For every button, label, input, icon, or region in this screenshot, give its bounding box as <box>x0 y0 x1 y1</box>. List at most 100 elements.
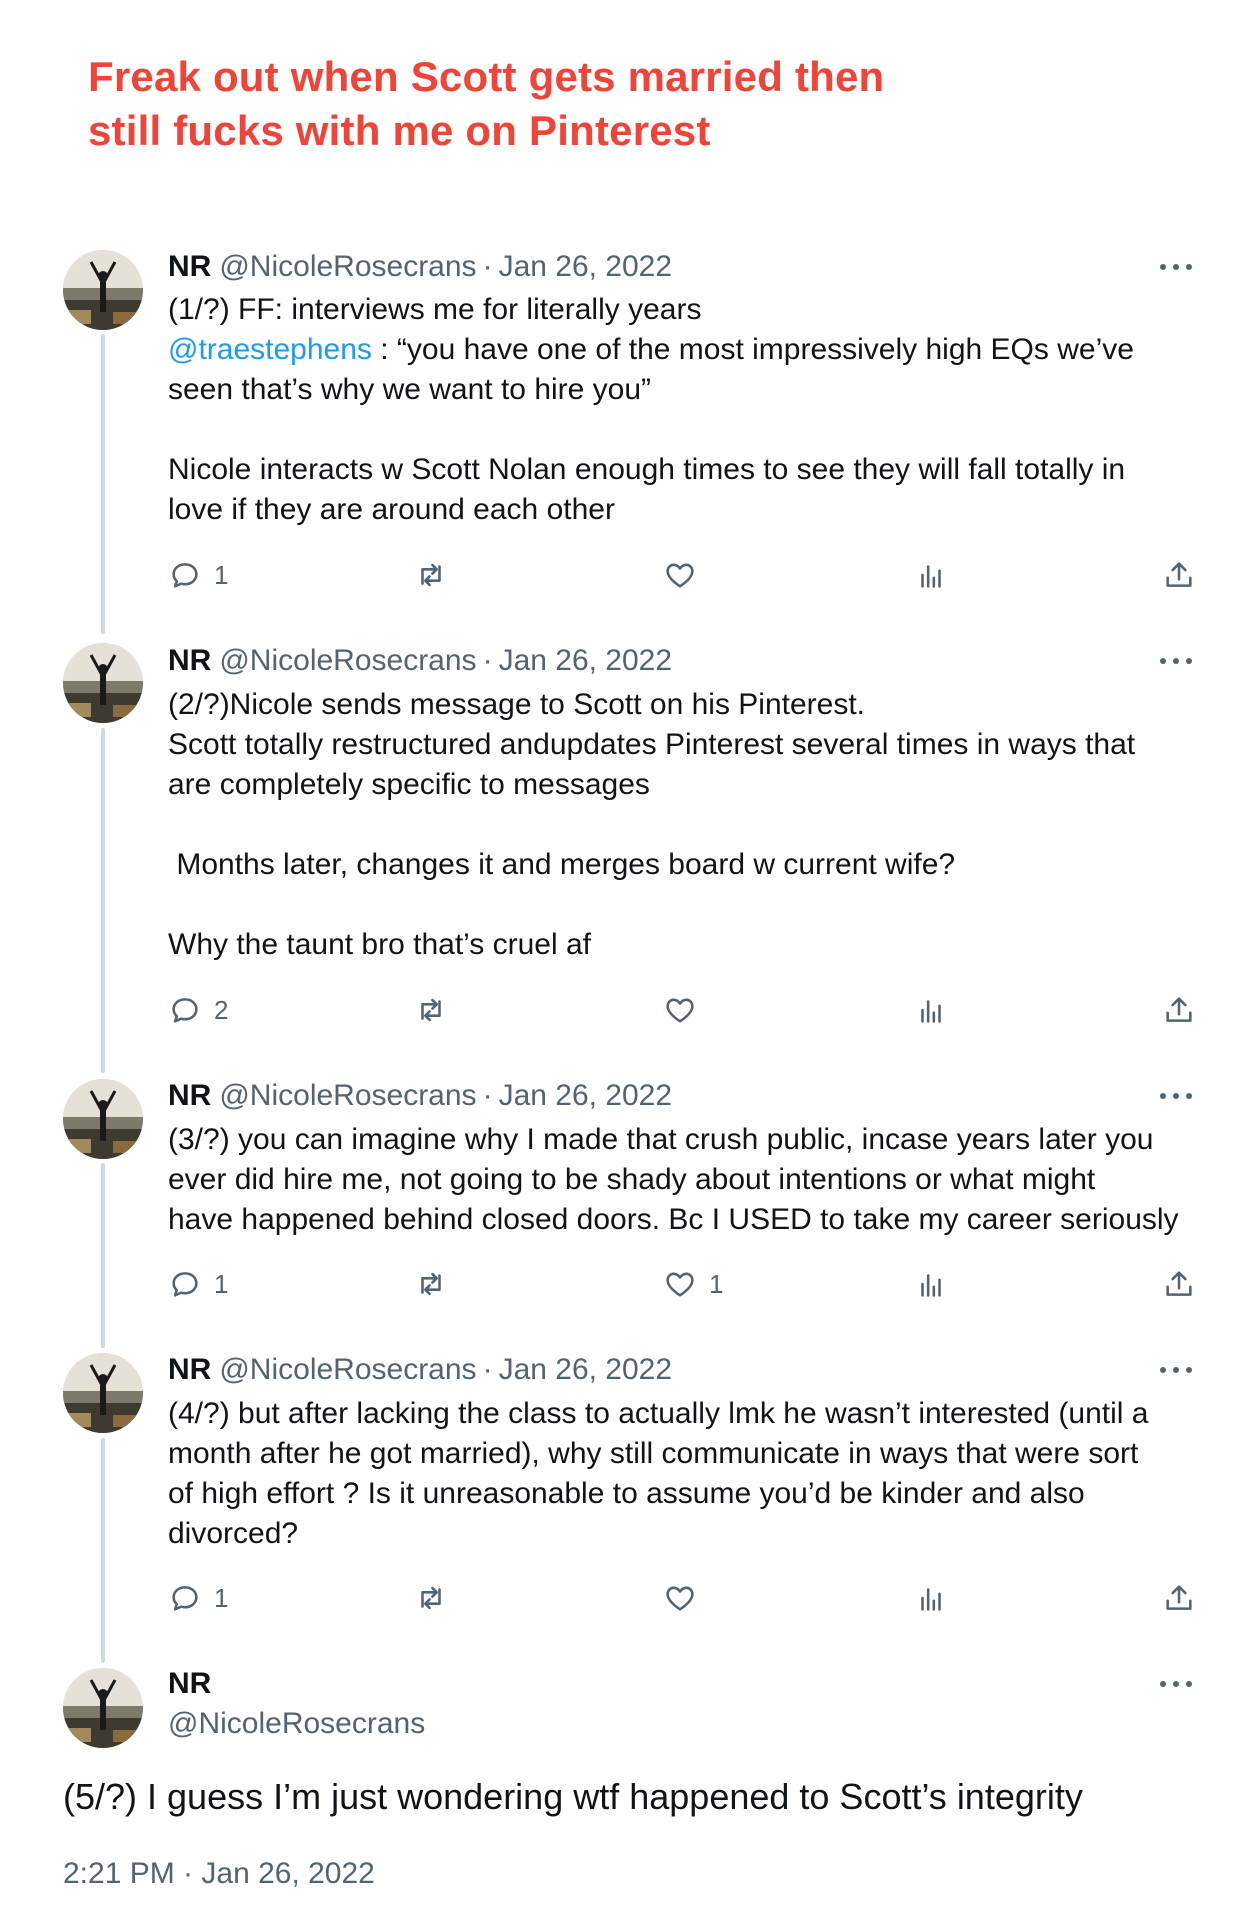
more-icon[interactable] <box>1158 1086 1194 1106</box>
tweet-header: NR @NicoleRosecrans · Jan 26, 2022 <box>168 641 672 681</box>
more-icon[interactable] <box>1158 1674 1194 1694</box>
reply-count: 1 <box>214 1582 229 1613</box>
thread-line <box>101 334 105 634</box>
retweet-button[interactable] <box>414 1264 448 1304</box>
tweet-line: seen that’s why we want to hire you” <box>168 373 652 406</box>
tweet-actions: 2 <box>168 990 1198 1030</box>
avatar[interactable] <box>63 250 143 330</box>
reply-button[interactable]: 1 <box>168 1578 228 1618</box>
tweet-actions: 1 1 <box>168 1264 1198 1304</box>
mention-link[interactable]: @traestephens <box>168 333 372 366</box>
author-handle[interactable]: @NicoleRosecrans <box>219 1353 476 1386</box>
author-handle[interactable]: @NicoleRosecrans <box>168 1704 425 1744</box>
author-name[interactable]: NR <box>168 250 211 283</box>
tweet-line <box>168 805 1208 845</box>
retweet-button[interactable] <box>414 555 448 595</box>
tweet-header: NR @NicoleRosecrans <box>168 1664 425 1744</box>
tweet-date[interactable]: Jan 26, 2022 <box>499 250 672 283</box>
like-button[interactable] <box>663 1578 709 1618</box>
views-button[interactable] <box>914 1264 948 1304</box>
avatar-photo <box>63 250 143 330</box>
share-button[interactable] <box>1162 990 1196 1030</box>
views-icon <box>921 1588 941 1611</box>
share-button[interactable] <box>1162 1264 1196 1304</box>
tweet-line-mention: @traestephens : “you have one of the mos… <box>168 330 1208 370</box>
retweet-button[interactable] <box>414 990 448 1030</box>
more-icon[interactable] <box>1158 1360 1194 1380</box>
tweet-header: NR @NicoleRosecrans · Jan 26, 2022 <box>168 247 672 287</box>
tweet-header: NR @NicoleRosecrans · Jan 26, 2022 <box>168 1350 672 1390</box>
author-handle[interactable]: @NicoleRosecrans <box>219 250 476 283</box>
reply-icon <box>172 563 198 588</box>
like-icon <box>666 998 694 1023</box>
avatar-photo <box>63 1079 143 1159</box>
tweet-line: ever did hire me, not going to be shady … <box>168 1163 1096 1196</box>
author-handle[interactable]: @NicoleRosecrans <box>219 644 476 677</box>
more-icon[interactable] <box>1158 257 1194 277</box>
tweet-timestamp[interactable]: 2:21 PM · Jan 26, 2022 <box>63 1854 375 1894</box>
retweet-icon <box>421 563 441 587</box>
views-button[interactable] <box>914 990 948 1030</box>
views-button[interactable] <box>914 1578 948 1618</box>
reply-count: 2 <box>214 994 229 1025</box>
tweet-line-rest: : “you have one of the most impressively… <box>371 333 1134 366</box>
views-icon <box>921 565 941 588</box>
separator: · <box>482 1079 493 1112</box>
reply-count: 1 <box>214 559 229 590</box>
tweet-date[interactable]: Jan 26, 2022 <box>499 1079 672 1112</box>
tweet-line <box>168 410 1208 450</box>
tweet-line: Why the taunt bro that’s cruel af <box>168 928 592 961</box>
avatar-photo <box>63 1668 143 1748</box>
tweet-line: love if they are around each other <box>168 493 615 526</box>
tweet-body: (3/?) you can imagine why I made that cr… <box>168 1120 1208 1240</box>
separator: · <box>482 1353 493 1386</box>
views-button[interactable] <box>914 555 948 595</box>
tweet-line: Months later, changes it and merges boar… <box>168 848 956 881</box>
avatar[interactable] <box>63 643 143 723</box>
like-button[interactable] <box>663 555 709 595</box>
more-icon[interactable] <box>1158 651 1194 671</box>
share-icon <box>1166 1585 1192 1610</box>
tweet-body: (2/?)Nicole sends message to Scott on hi… <box>168 685 1208 965</box>
tweet-line: have happened behind closed doors. Bc I … <box>168 1203 1179 1236</box>
tweet-body: (1/?) FF: interviews me for literally ye… <box>168 290 1208 530</box>
retweet-icon <box>421 998 441 1022</box>
tweet-line: (4/?) but after lacking the class to act… <box>168 1397 1149 1430</box>
author-handle[interactable]: @NicoleRosecrans <box>219 1079 476 1112</box>
headline-line-1: Freak out when Scott gets married then <box>88 53 885 100</box>
reply-icon <box>172 1272 198 1297</box>
share-button[interactable] <box>1162 1578 1196 1618</box>
like-button[interactable] <box>663 990 709 1030</box>
avatar[interactable] <box>63 1079 143 1159</box>
tweet-line: divorced? <box>168 1517 299 1550</box>
tweet-actions: 1 <box>168 1578 1198 1618</box>
headline-line-2: still fucks with me on Pinterest <box>88 107 711 154</box>
reply-button[interactable]: 1 <box>168 1264 228 1304</box>
separator: · <box>482 250 493 283</box>
tweet-line: Scott totally restructured andupdates Pi… <box>168 728 1136 761</box>
tweet-line: month after he got married), why still c… <box>168 1437 1139 1470</box>
reply-button[interactable]: 1 <box>168 555 228 595</box>
avatar[interactable] <box>63 1353 143 1433</box>
share-button[interactable] <box>1162 555 1196 595</box>
reply-button[interactable]: 2 <box>168 990 228 1030</box>
author-name[interactable]: NR <box>168 1079 211 1112</box>
retweet-icon <box>421 1272 441 1296</box>
views-icon <box>921 1000 941 1023</box>
like-icon <box>666 563 694 588</box>
thread-line <box>101 1163 105 1348</box>
like-button[interactable]: 1 <box>663 1264 723 1304</box>
author-name[interactable]: NR <box>168 1664 425 1704</box>
avatar-photo <box>63 1353 143 1433</box>
retweet-button[interactable] <box>414 1578 448 1618</box>
author-name[interactable]: NR <box>168 1353 211 1386</box>
headline: Freak out when Scott gets married then s… <box>88 50 1088 158</box>
avatar[interactable] <box>63 1668 143 1748</box>
views-icon <box>921 1274 941 1297</box>
tweet-line: Nicole interacts w Scott Nolan enough ti… <box>168 453 1126 486</box>
tweet-date[interactable]: Jan 26, 2022 <box>499 644 672 677</box>
author-name[interactable]: NR <box>168 644 211 677</box>
tweet-date[interactable]: Jan 26, 2022 <box>499 1353 672 1386</box>
separator: · <box>482 644 493 677</box>
tweet-line: (3/?) you can imagine why I made that cr… <box>168 1123 1154 1156</box>
